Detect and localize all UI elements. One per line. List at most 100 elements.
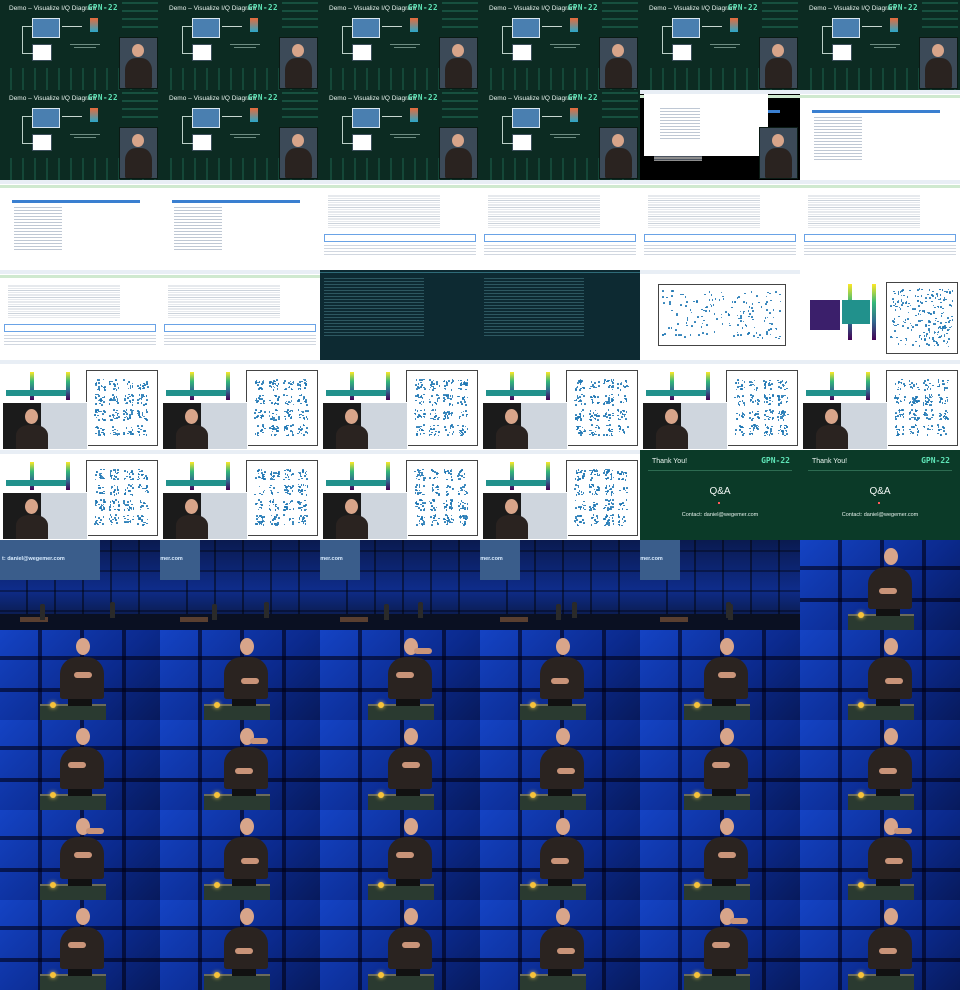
scatter-point [779,293,781,296]
scatter-point [932,294,935,297]
scatter-point [597,415,600,417]
scatter-point [728,324,731,327]
scatter-point [621,413,624,415]
speaker-head [772,134,784,147]
cell-output [164,333,316,345]
speaker-body [336,515,368,539]
speaker-head [884,638,898,655]
scatter-point [258,499,260,501]
diagram-arrow [62,26,82,27]
scatter-point [430,428,433,430]
video-frame-thumbnail [0,450,160,540]
scatter-point [98,395,100,397]
laptop [396,699,420,706]
scatter-point [772,410,774,413]
scatter-point [460,469,462,472]
scatter-point [910,329,913,332]
code-cell [644,234,796,242]
video-frame-thumbnail [0,720,160,810]
scatter-point [780,387,782,389]
video-frame-thumbnail: Demo – Visualize I/Q Diagram GPN-22 [160,0,320,90]
scatter-point [626,426,629,428]
slide-title: Thank You! [812,458,848,465]
scatter-point [450,518,453,520]
speaker-body [704,657,748,699]
laptop [876,609,900,616]
diagram-connector [182,26,193,54]
scatter-point [766,401,768,403]
scatter-point [596,502,599,505]
scatter-point [283,508,286,511]
scatter-point [103,433,105,436]
scatter-point [418,396,420,399]
notebook-toolbar [320,450,480,454]
scatter-point [685,304,688,307]
scatter-point [261,493,263,496]
accent-dot [878,502,880,504]
speaker-body [285,58,312,88]
diagram-note [870,44,900,45]
scatter-point [597,385,600,387]
speaker-hand [241,858,259,864]
diagram-connector [342,26,353,54]
scatter-point [777,416,780,418]
scatter-point [781,415,784,417]
scatter-point [99,402,101,405]
scatter-point [901,290,903,292]
scatter-point [741,385,744,387]
scatter-point [141,412,144,414]
slide-pattern [602,2,638,34]
scatter-point [433,424,435,427]
stage-light [50,882,56,888]
speaker-video-inset [162,402,248,450]
scatter-point [575,493,578,496]
scatter-point [926,434,929,436]
scatter-point [117,433,120,435]
scatter-point [433,434,436,436]
scatter-point [110,470,112,472]
cell-output [324,243,476,255]
scatter-point [765,431,768,433]
scatter-point [920,302,923,304]
scatter-point [127,504,129,507]
scatter-point [574,404,577,406]
scatter-point [917,431,920,433]
scatter-point [94,396,97,398]
stage-light [694,792,700,798]
scatter-point [938,412,941,415]
scatter-point [287,424,289,427]
scatter-point [430,508,432,511]
scatter-point [945,321,947,324]
laptop [876,879,900,886]
diagram-arrow [542,26,562,27]
scatter-point [101,404,104,406]
scatter-point [449,470,452,472]
scatter-point [270,492,273,494]
scatter-point [268,427,271,429]
scatter-point [292,380,295,383]
contact-line: Contact: daniel@wegemer.com [841,512,919,518]
scatter-point [580,419,582,421]
speaker-head [665,409,678,424]
scatter-point [901,304,903,306]
scatter-point [276,379,278,382]
speaker-video-inset [2,492,88,540]
person-figure [556,604,561,620]
scatter-point [138,430,140,433]
scatter-point [273,487,275,489]
colorbar [872,284,876,340]
scatter-point [418,486,421,488]
scatter-point [117,387,120,389]
speaker-head [452,44,464,57]
scatter-point [254,417,257,419]
scatter-point [442,394,445,396]
diagram-note [394,47,416,48]
laptop [396,789,420,796]
scatter-point [927,428,929,430]
scatter-point [737,334,739,336]
screen-capture [644,94,768,156]
scatter-point [622,410,625,412]
scatter-point [925,297,927,299]
scatter-point [254,412,256,414]
sdr-device-icon [410,18,418,32]
